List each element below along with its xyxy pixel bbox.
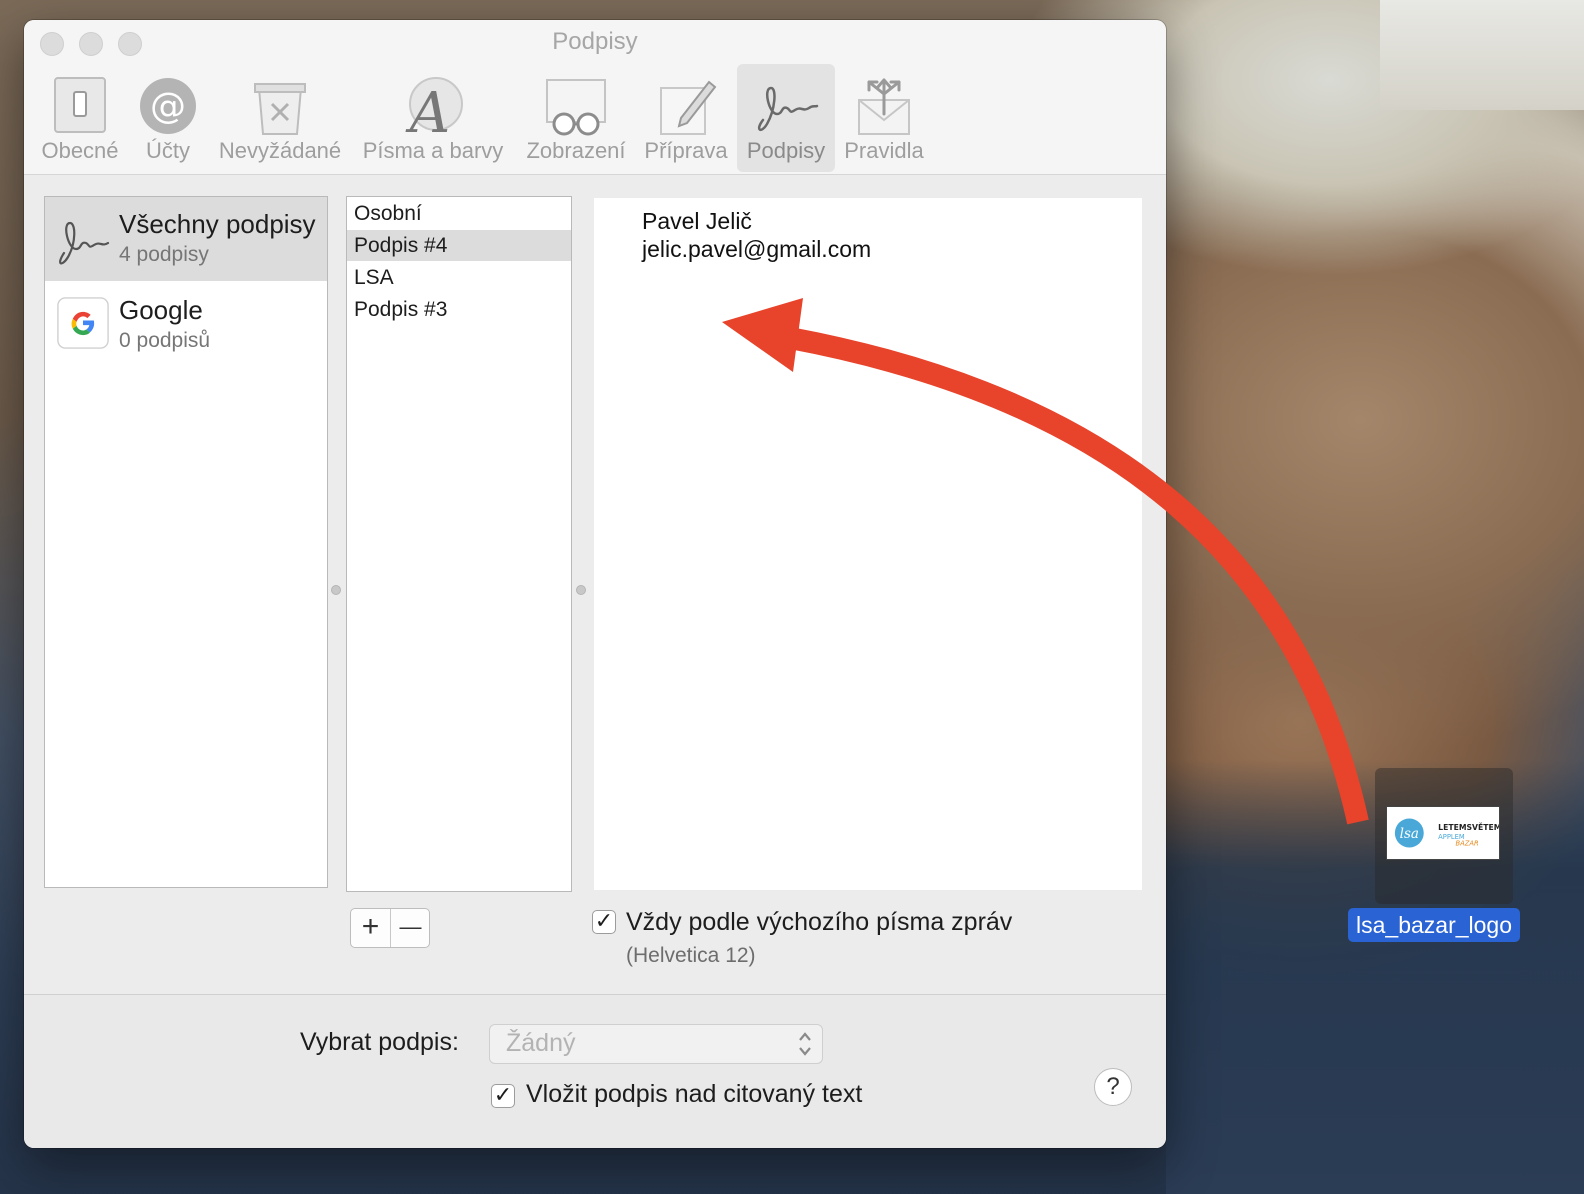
svg-text:@: @ bbox=[150, 86, 186, 127]
signature-icon bbox=[757, 86, 819, 131]
signature-item[interactable]: Podpis #3 bbox=[347, 294, 571, 325]
chevron-updown-icon bbox=[799, 1032, 811, 1056]
place-above-label: Vložit podpis nad citovaný text bbox=[526, 1080, 863, 1108]
tab-signatures-label: Podpisy bbox=[746, 138, 826, 163]
default-font-sub: (Helvetica 12) bbox=[626, 944, 756, 967]
signature-list: Osobní Podpis #4 LSA Podpis #3 bbox=[346, 196, 572, 892]
choose-signature-value: Žádný bbox=[506, 1029, 576, 1057]
thumb-text: BAZAR bbox=[1456, 840, 1479, 848]
choose-signature-select[interactable]: Žádný bbox=[489, 1024, 823, 1064]
tab-general[interactable]: Obecné bbox=[34, 64, 126, 172]
thumb-text: LETEMSVĚTEM bbox=[1438, 823, 1499, 832]
account-all-signatures[interactable]: Všechny podpisy 4 podpisy bbox=[45, 197, 327, 281]
desktop-file-thumbnail[interactable]: lsa LETEMSVĚTEM APPLEM BAZAR bbox=[1375, 768, 1513, 904]
signature-name-line[interactable]: Pavel Jelič bbox=[642, 208, 752, 235]
place-above-checkbox[interactable]: ✓ bbox=[491, 1084, 515, 1108]
tab-junk[interactable]: Nevyžádané bbox=[214, 64, 346, 172]
signature-item[interactable]: LSA bbox=[347, 262, 571, 293]
account-count: 4 podpisy bbox=[119, 243, 209, 266]
tab-accounts-label: Účty bbox=[146, 138, 190, 163]
desktop-sky bbox=[1380, 0, 1584, 110]
switch-icon bbox=[54, 77, 106, 133]
tab-rules-label: Pravidla bbox=[844, 138, 924, 163]
default-font-label: Vždy podle výchozího písma zpráv bbox=[626, 908, 1013, 936]
account-name: Všechny podpisy bbox=[119, 209, 316, 239]
lsa-logo-icon: lsa LETEMSVĚTEM APPLEM BAZAR bbox=[1394, 818, 1501, 848]
svg-text:A: A bbox=[405, 81, 450, 138]
rules-envelope-icon bbox=[858, 78, 910, 135]
signature-editor[interactable]: Pavel Jelič jelic.pavel@gmail.com bbox=[594, 198, 1142, 890]
tab-accounts[interactable]: @ Účty bbox=[130, 64, 206, 172]
tab-composing[interactable]: Příprava bbox=[638, 64, 734, 172]
tab-fonts-colors[interactable]: A Písma a barvy bbox=[358, 64, 508, 172]
toolbar-area: Podpisy Obecné @ Účty Nevyžádané A Písma… bbox=[24, 20, 1166, 175]
signature-item-selected[interactable]: Podpis #4 bbox=[347, 230, 571, 261]
font-a-icon: A bbox=[405, 77, 463, 138]
bottom-bar bbox=[24, 995, 1166, 1148]
accounts-list: Všechny podpisy 4 podpisy Google 0 podpi… bbox=[44, 196, 328, 888]
svg-text:lsa: lsa bbox=[1400, 826, 1419, 842]
tab-viewing-label: Zobrazení bbox=[526, 138, 626, 163]
google-icon bbox=[57, 297, 109, 349]
mail-preferences-window: Podpisy Obecné @ Účty Nevyžádané A Písma… bbox=[24, 20, 1166, 1148]
add-remove-control: + — bbox=[350, 908, 430, 948]
window-title: Podpisy bbox=[552, 28, 638, 55]
glasses-icon bbox=[546, 79, 606, 136]
splitter-handle[interactable] bbox=[576, 585, 586, 595]
tab-viewing[interactable]: Zobrazení bbox=[520, 64, 632, 172]
junk-trash-icon bbox=[254, 83, 306, 135]
tab-fonts-colors-label: Písma a barvy bbox=[362, 138, 504, 163]
desktop-file-name[interactable]: lsa_bazar_logo bbox=[1348, 908, 1521, 942]
pencil-icon bbox=[660, 80, 717, 135]
account-name: Google bbox=[119, 295, 203, 325]
remove-signature-button[interactable]: — bbox=[391, 909, 430, 947]
signature-email-line[interactable]: jelic.pavel@gmail.com bbox=[642, 236, 871, 263]
tab-general-label: Obecné bbox=[41, 138, 119, 163]
signature-icon bbox=[59, 221, 110, 265]
help-button[interactable]: ? bbox=[1094, 1068, 1132, 1106]
signature-item[interactable]: Osobní bbox=[347, 198, 571, 229]
at-sign-icon: @ bbox=[140, 78, 196, 134]
splitter-handle[interactable] bbox=[331, 585, 341, 595]
choose-signature-label: Vybrat podpis: bbox=[300, 1028, 459, 1056]
tab-composing-label: Příprava bbox=[644, 138, 728, 163]
account-count: 0 podpisů bbox=[119, 329, 211, 352]
tab-rules[interactable]: Pravidla bbox=[838, 64, 930, 172]
account-google[interactable]: Google 0 podpisů bbox=[45, 283, 327, 367]
default-font-checkbox[interactable]: ✓ bbox=[592, 910, 616, 934]
logo-thumbnail-image: lsa LETEMSVĚTEM APPLEM BAZAR bbox=[1386, 806, 1501, 860]
tab-junk-label: Nevyžádané bbox=[218, 138, 342, 163]
tab-signatures[interactable]: Podpisy bbox=[737, 64, 835, 172]
add-signature-button[interactable]: + bbox=[351, 909, 390, 947]
